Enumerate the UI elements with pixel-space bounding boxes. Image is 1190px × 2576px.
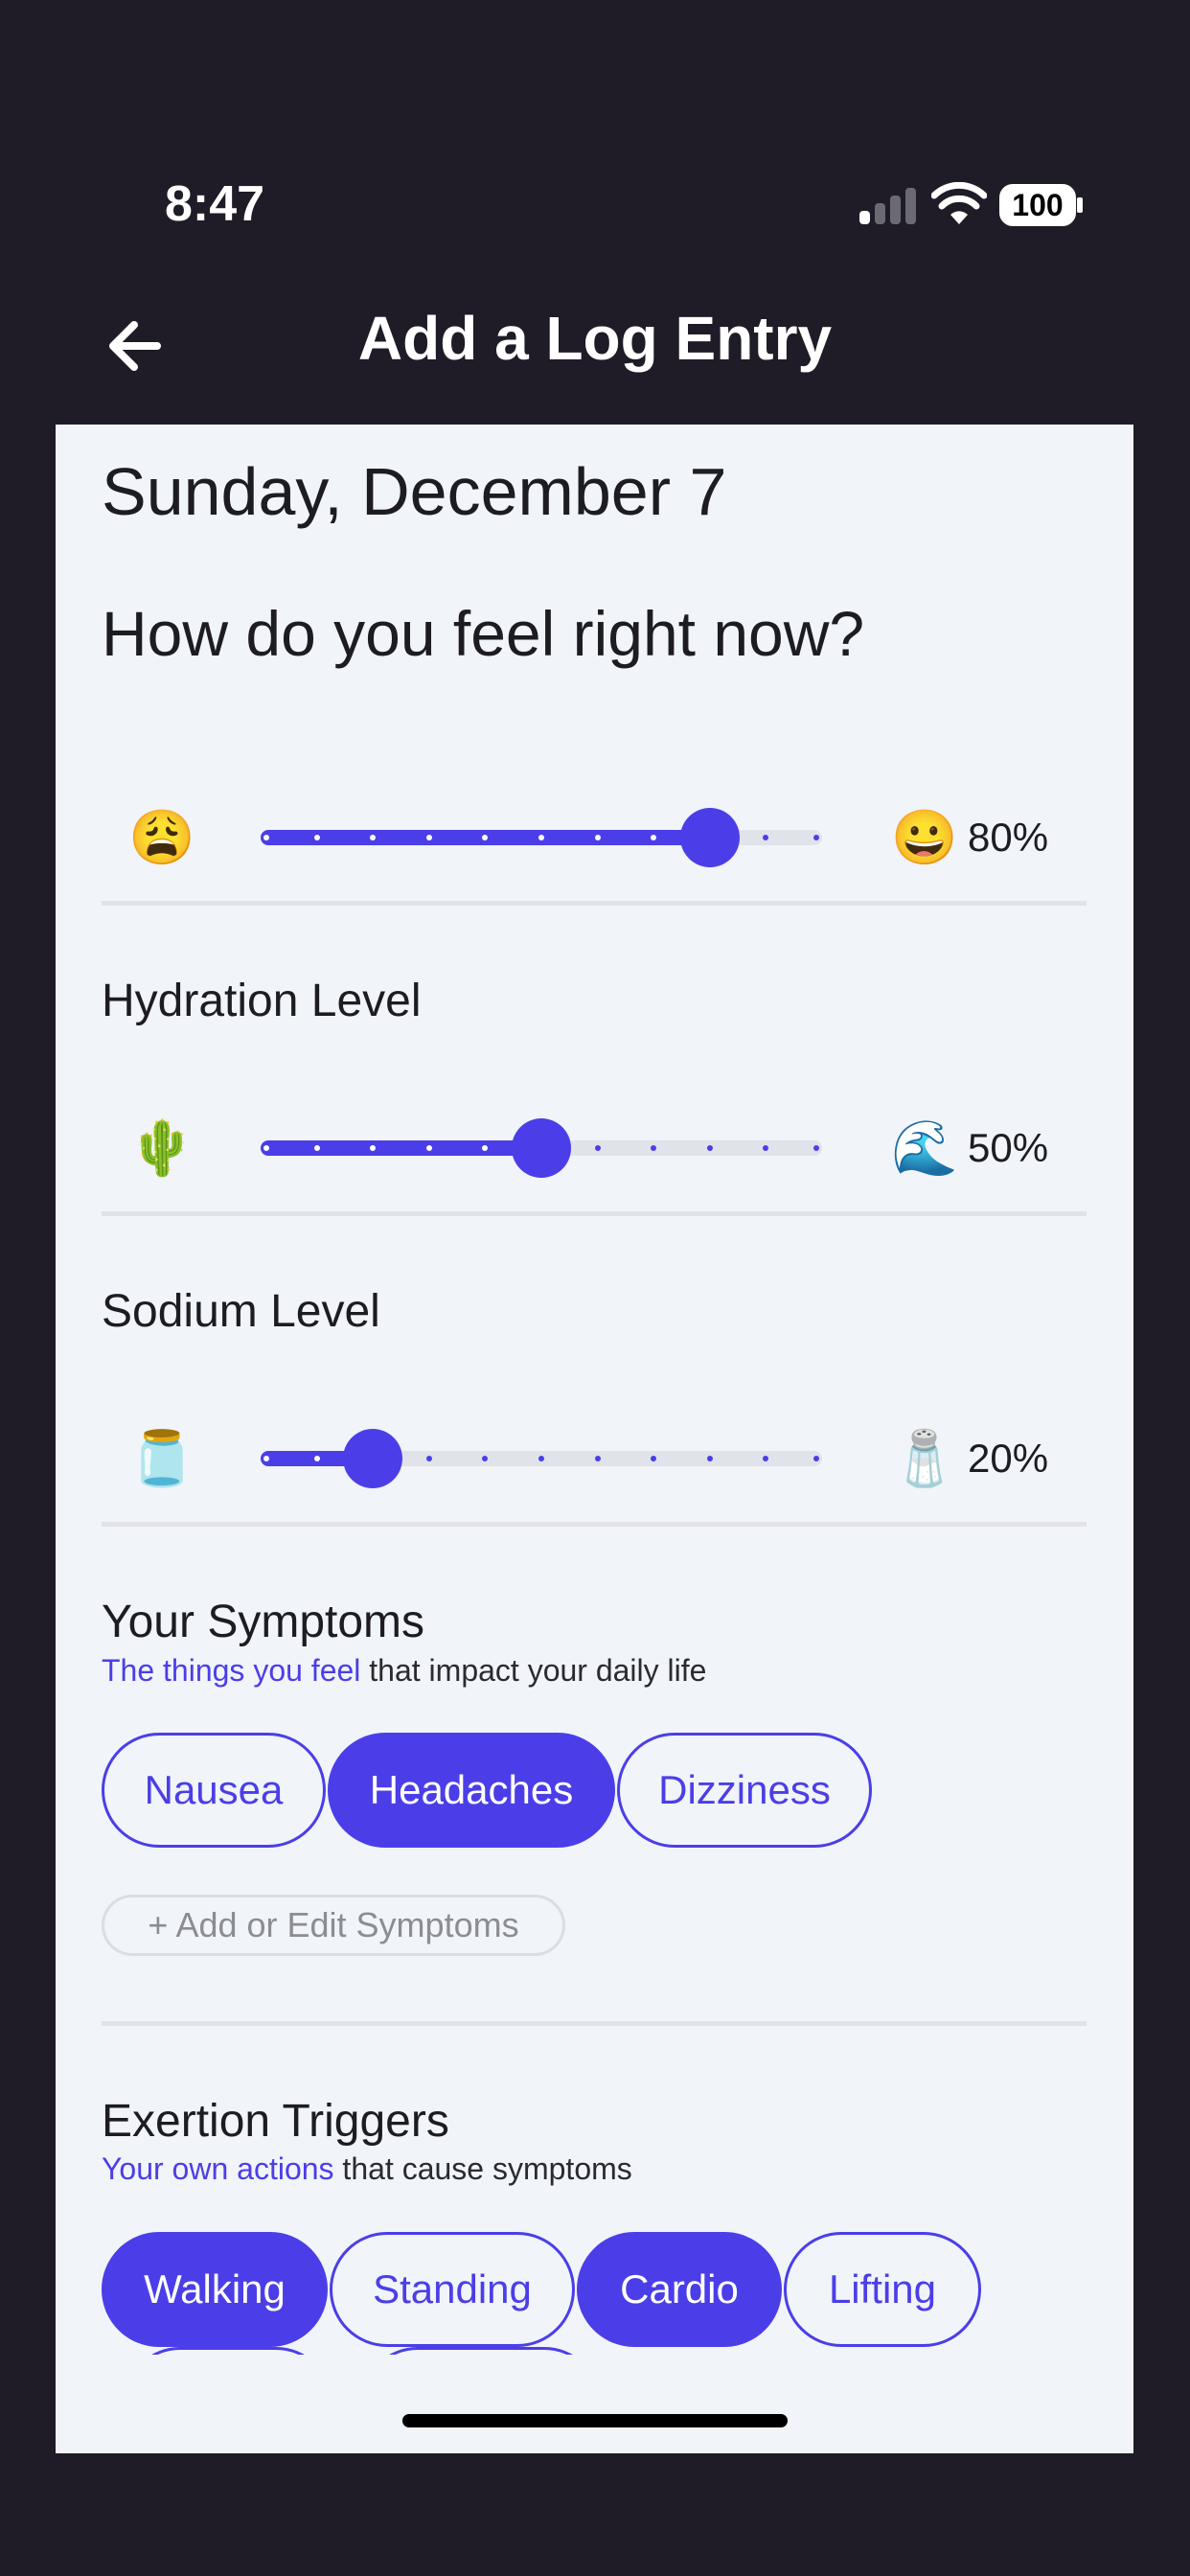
trigger-chip-cardio[interactable]: Cardio	[577, 2232, 782, 2347]
hydration-title: Hydration Level	[102, 976, 422, 1026]
slider-tick	[813, 1145, 819, 1151]
slider-tick	[651, 1456, 657, 1461]
chip-label: Cardio	[620, 2266, 739, 2312]
chip-label: Walking	[144, 2266, 286, 2312]
slider-thumb[interactable]	[512, 1118, 571, 1178]
slider-tick	[813, 1456, 819, 1461]
mood-value: 80%	[968, 815, 1049, 860]
mood-high-icon: 😀	[891, 807, 958, 867]
slider-tick	[706, 1456, 713, 1461]
battery-tip	[1077, 197, 1083, 213]
symptoms-subtitle-rest: that impact your daily life	[360, 1653, 707, 1688]
slider-tick	[263, 1456, 269, 1461]
chip-label: Standing	[373, 2266, 532, 2312]
slider-fill	[261, 1140, 541, 1156]
divider	[102, 1522, 1087, 1527]
symptoms-title: Your Symptoms	[102, 1597, 425, 1647]
cactus-icon: 🌵	[128, 1117, 195, 1178]
slider-tick	[263, 1145, 269, 1151]
page-title: Add a Log Entry	[357, 304, 833, 373]
symptom-chip-nausea[interactable]: Nausea	[102, 1733, 326, 1848]
home-indicator	[402, 2414, 788, 2427]
triggers-title: Exertion Triggers	[102, 2096, 449, 2147]
hydration-slider-row: 🌵 🌊 50%	[56, 1110, 1133, 1186]
slider-tick	[425, 835, 432, 840]
slider-tick	[538, 835, 544, 840]
symptom-chip-dizziness[interactable]: Dizziness	[617, 1733, 872, 1848]
slider-tick	[482, 1456, 489, 1461]
jar-icon: 🫙	[128, 1428, 195, 1488]
triggers-subtitle-accent: Your own actions	[102, 2151, 334, 2186]
slider-thumb[interactable]	[343, 1429, 403, 1488]
status-bar: 8:47 100	[0, 0, 1190, 288]
mood-question: How do you feel right now?	[102, 598, 865, 669]
slider-tick	[706, 1145, 713, 1151]
entry-date: Sunday, December 7	[102, 454, 727, 529]
slider-tick	[651, 1145, 657, 1151]
wave-icon: 🌊	[891, 1117, 958, 1178]
slider-tick	[425, 1145, 432, 1151]
wifi-icon	[931, 182, 987, 224]
symptoms-subtitle-accent: The things you feel	[102, 1653, 361, 1688]
slider-tick	[594, 1456, 601, 1461]
hydration-slider[interactable]	[261, 1118, 822, 1178]
divider	[102, 2021, 1087, 2026]
slider-tick	[538, 1456, 544, 1461]
symptoms-subtitle: The things you feel that impact your dai…	[102, 1653, 706, 1689]
slider-tick	[763, 1145, 769, 1151]
chip-label: Headaches	[369, 1767, 574, 1812]
sodium-value: 20%	[968, 1436, 1049, 1481]
symptom-chip-headaches[interactable]: Headaches	[328, 1733, 615, 1848]
add-edit-symptoms-button[interactable]: + Add or Edit Symptoms	[102, 1895, 565, 1956]
slider-tick	[813, 835, 819, 840]
slider-tick	[763, 835, 769, 840]
sodium-slider[interactable]	[261, 1429, 822, 1488]
divider	[102, 901, 1087, 906]
log-entry-sheet[interactable]: Sunday, December 7 How do you feel right…	[56, 425, 1133, 2453]
slider-tick	[313, 1145, 320, 1151]
status-time: 8:47	[165, 176, 265, 232]
mood-slider[interactable]	[261, 808, 822, 867]
mood-slider-row: 😩 😀 80%	[56, 799, 1133, 876]
trigger-chip-walking[interactable]: Walking	[102, 2232, 328, 2347]
cellular-signal-icon	[859, 188, 919, 224]
hydration-value: 50%	[968, 1125, 1049, 1170]
trigger-chip-lifting[interactable]: Lifting	[784, 2232, 981, 2347]
divider	[102, 1211, 1087, 1216]
trigger-chip-standing[interactable]: Standing	[330, 2232, 575, 2347]
sodium-slider-row: 🫙 🧂 20%	[56, 1420, 1133, 1497]
slider-tick	[263, 835, 269, 840]
slider-tick	[594, 1145, 601, 1151]
slider-tick	[313, 1456, 320, 1461]
slider-tick	[425, 1456, 432, 1461]
chip-label: Nausea	[144, 1767, 284, 1812]
sodium-title: Sodium Level	[102, 1286, 380, 1337]
chip-label: Dizziness	[658, 1767, 831, 1812]
chip-label: Lifting	[828, 2266, 937, 2312]
slider-thumb[interactable]	[679, 808, 740, 867]
scroll-fade	[56, 2355, 1133, 2453]
battery-icon: 100	[999, 184, 1076, 226]
salt-shaker-icon: 🧂	[891, 1428, 958, 1488]
slider-tick	[313, 835, 320, 840]
slider-tick	[763, 1456, 769, 1461]
triggers-subtitle: Your own actions that cause symptoms	[102, 2151, 632, 2187]
mood-low-icon: 😩	[128, 807, 195, 867]
triggers-subtitle-rest: that cause symptoms	[333, 2151, 632, 2186]
slider-tick	[594, 835, 601, 840]
